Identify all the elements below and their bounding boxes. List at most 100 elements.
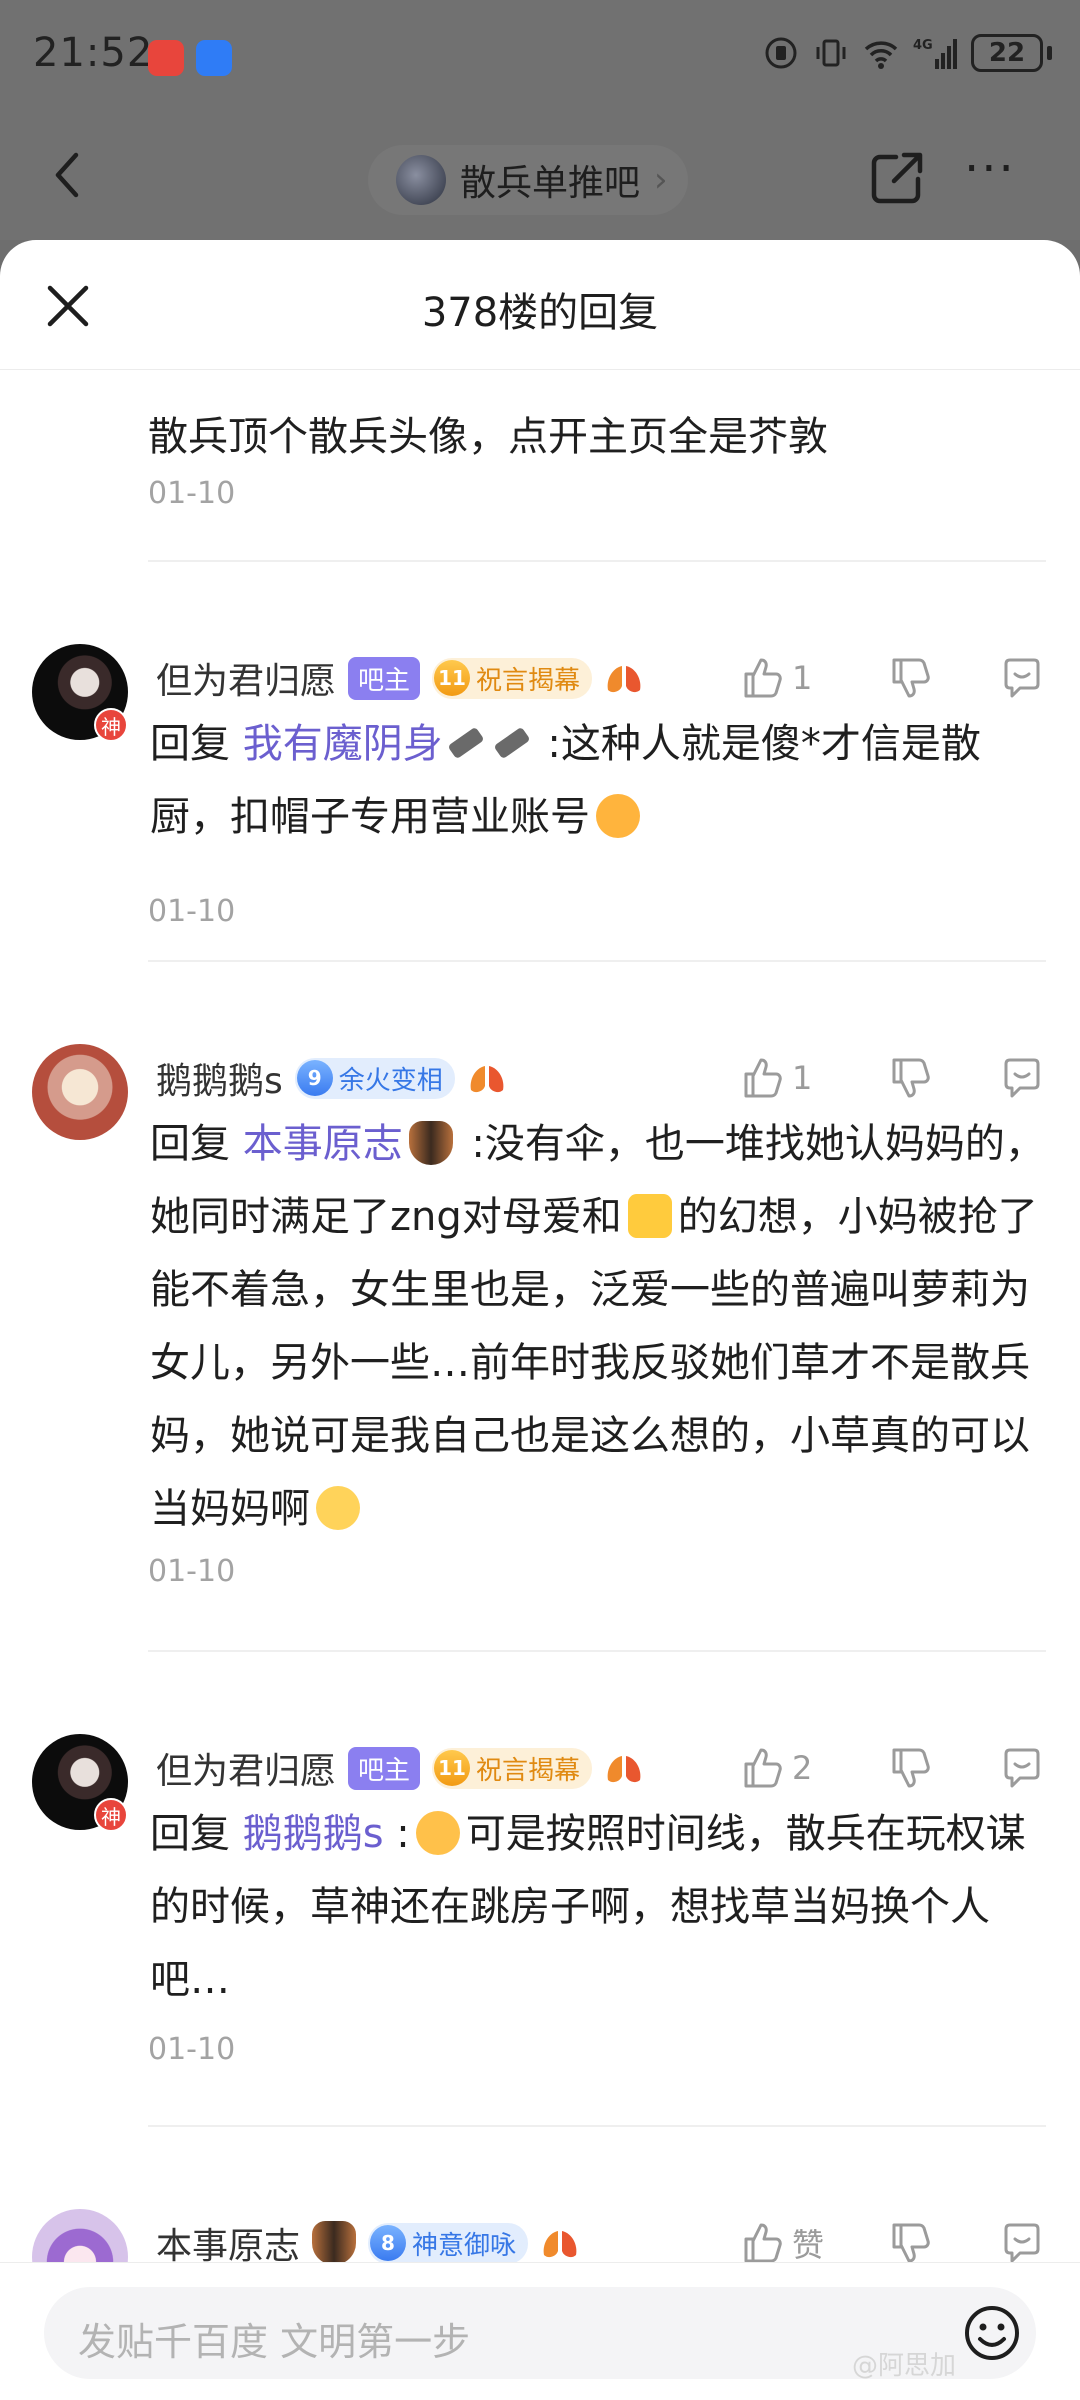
nfc-icon: [765, 37, 797, 69]
comment-icon[interactable]: [992, 2221, 1052, 2265]
like-button[interactable]: 赞: [740, 2220, 868, 2266]
knife-emoji: [447, 726, 485, 760]
thumb-down-icon[interactable]: [880, 1746, 940, 1790]
reply-item[interactable]: 神 但为君归愿 吧主 11 祝言揭幕 1 回复 我有魔阴身 :这种人就是傻*才信…: [0, 560, 1080, 960]
heart-eyes-emoji: [596, 794, 640, 838]
watermark: @阿思加: [852, 2351, 957, 2381]
level-number: 8: [370, 2225, 407, 2261]
lung-icon: [607, 1756, 641, 1783]
knife-emoji: [493, 726, 531, 760]
reply-date: 01-10: [148, 2032, 236, 2067]
reply-separator: :: [383, 1811, 410, 1857]
more-options-icon[interactable]: ···: [964, 145, 1034, 205]
level-number: 9: [296, 1060, 333, 1096]
share-icon[interactable]: [866, 147, 928, 209]
god-badge: 神: [94, 1798, 128, 1832]
username[interactable]: 但为君归愿: [156, 652, 336, 704]
forum-name: 散兵单推吧: [460, 163, 641, 204]
reply-item[interactable]: 本事原志 8 神意御咏 赞: [0, 2125, 1080, 2305]
reply-item[interactable]: 神 但为君归愿 吧主 11 祝言揭幕 2 回复 鹅鹅鹅s : 可是按照时间线，散兵…: [0, 1650, 1080, 2125]
wifi-icon: [864, 41, 898, 69]
butterfly-emoji: [408, 1121, 453, 1165]
comment-icon[interactable]: [992, 656, 1052, 700]
floor-post-text: 散兵顶个散兵头像，点开主页全是芥敦: [148, 414, 828, 460]
reply-actions: 2: [740, 1738, 1052, 1798]
comment-icon[interactable]: [992, 1746, 1052, 1790]
app-notification-icon: [196, 40, 232, 76]
top-app-bar: 散兵单推吧 › ···: [0, 115, 1080, 240]
level-number: 11: [434, 660, 471, 696]
floor-post[interactable]: 散兵顶个散兵头像，点开主页全是芥敦 01-10: [0, 370, 1080, 565]
like-count: 2: [792, 1749, 813, 1787]
reply-text: 回复 本事原志 :没有伞，也一堆找她认妈妈的，她同时满足了zng对母爱和 的幻想，…: [150, 1108, 1048, 1546]
butterfly-emoji: [312, 2221, 357, 2265]
comment-icon[interactable]: [992, 1056, 1052, 1100]
like-count: 1: [792, 1059, 813, 1097]
username[interactable]: 但为君归愿: [156, 1742, 336, 1794]
emoji-icon[interactable]: [962, 2303, 1022, 2363]
status-indicators: 4G 22: [763, 34, 1052, 72]
status-time: 21:52: [33, 30, 154, 76]
owner-tag: 吧主: [348, 656, 421, 700]
like-button[interactable]: 2: [740, 1746, 868, 1790]
reply-to-user[interactable]: 我有魔阴身: [243, 721, 443, 767]
cellular-signal-icon: 4G: [913, 38, 957, 69]
thumb-up-icon: [744, 1058, 782, 1098]
username[interactable]: 鹅鹅鹅s: [156, 1052, 283, 1104]
avatar[interactable]: [32, 1044, 128, 1140]
reply-prefix: 回复: [150, 1121, 243, 1167]
thumb-up-icon: [744, 1748, 782, 1788]
level-title: 神意御咏: [412, 2230, 517, 2261]
reply-input-bar: 发贴千百度 文明第一步 @阿思加: [0, 2262, 1080, 2400]
reply-date: 01-10: [148, 1554, 236, 1589]
level-number: 11: [434, 1750, 471, 1786]
floor-post-date: 01-10: [148, 476, 236, 511]
reply-actions: 1: [740, 648, 1052, 708]
like-button[interactable]: 1: [740, 1056, 868, 1100]
god-badge: 神: [94, 708, 128, 742]
reply-date: 01-10: [148, 894, 236, 929]
thumb-up-icon: [744, 658, 782, 698]
svg-text:4G: 4G: [913, 38, 933, 53]
level-badge: 11 祝言揭幕: [432, 657, 593, 699]
shopping-app-icon: [148, 40, 184, 76]
vibrate-icon: [816, 39, 846, 67]
sheet-header: 378楼的回复: [0, 240, 1080, 370]
like-label: 赞: [792, 2226, 825, 2264]
forum-name-pill[interactable]: 散兵单推吧 ›: [368, 145, 688, 215]
level-title: 祝言揭幕: [476, 1755, 581, 1786]
like-button[interactable]: 1: [740, 656, 868, 700]
level-title: 余火变相: [338, 1065, 443, 1096]
reply-meta: 但为君归愿 吧主 11 祝言揭幕: [156, 1738, 644, 1798]
status-bar: 21:52 4G 22: [0, 0, 1080, 115]
pleading-face-emoji: [316, 1486, 360, 1530]
like-count: 1: [792, 659, 813, 697]
level-title: 祝言揭幕: [476, 665, 581, 696]
thumb-down-icon[interactable]: [880, 1056, 940, 1100]
sheet-title: 378楼的回复: [421, 290, 659, 336]
reply-input-placeholder: 发贴千百度 文明第一步: [78, 2320, 471, 2364]
thumb-up-icon: [744, 2223, 782, 2263]
reply-meta: 但为君归愿 吧主 11 祝言揭幕: [156, 648, 644, 708]
reply-actions: 1: [740, 1048, 1052, 1108]
forum-avatar: [396, 155, 446, 205]
reply-to-user[interactable]: 鹅鹅鹅s: [243, 1811, 384, 1857]
battery-cap: [1047, 46, 1052, 60]
lung-icon: [470, 1066, 504, 1093]
lung-icon: [543, 2231, 577, 2258]
reply-text: 回复 我有魔阴身 :这种人就是傻*才信是散厨，扣帽子专用营业账号: [150, 708, 1048, 854]
level-badge: 9 余火变相: [294, 1057, 455, 1099]
reply-to-user[interactable]: 本事原志: [243, 1121, 403, 1167]
owner-tag: 吧主: [348, 1746, 421, 1790]
thumb-down-icon[interactable]: [880, 2221, 940, 2265]
battery-indicator: 22: [971, 34, 1043, 72]
reply-prefix: 回复: [150, 1811, 243, 1857]
reply-item[interactable]: 鹅鹅鹅s 9 余火变相 1 回复 本事原志 :没有伞，也一堆找她认妈妈的，她同时…: [0, 960, 1080, 1650]
reply-content-continued: 的幻想，小妈被抢了能不着急，女生里也是，泛爱一些的普遍叫萝莉为女儿，另外一些…前…: [150, 1194, 1038, 1532]
reply-text: 回复 鹅鹅鹅s : 可是按照时间线，散兵在玩权谋的时候，草神还在跳房子啊，想找草当…: [150, 1798, 1048, 2017]
back-arrow-icon[interactable]: [40, 145, 100, 205]
steaming-face-emoji: [415, 1811, 460, 1855]
reply-prefix: 回复: [150, 721, 243, 767]
thumb-down-icon[interactable]: [880, 656, 940, 700]
level-badge: 11 祝言揭幕: [432, 1747, 593, 1789]
